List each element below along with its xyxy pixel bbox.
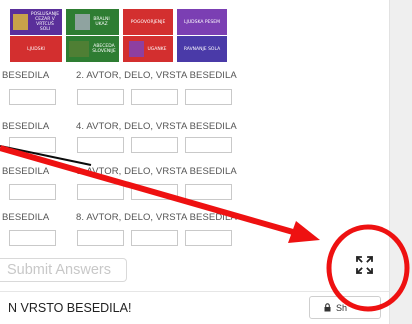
submit-answers-button[interactable]: Submit Answers	[0, 258, 127, 282]
answer-input[interactable]	[9, 89, 56, 105]
lock-icon	[324, 303, 331, 312]
answer-input[interactable]	[131, 89, 178, 105]
question-label-right: 8. AVTOR, DELO, VRSTA BESEDILA	[76, 212, 237, 223]
share-label: Sh	[336, 302, 348, 313]
question-label-right: 2. AVTOR, DELO, VRSTA BESEDILA	[76, 70, 237, 81]
share-button[interactable]: Sh	[309, 296, 381, 319]
tile-thumbnail	[12, 14, 28, 30]
tile-3[interactable]: POGOVORJENJE	[123, 9, 173, 35]
answer-input[interactable]	[77, 89, 124, 105]
tile-7[interactable]: UGANKE	[123, 36, 173, 62]
question-label-right: 4. AVTOR, DELO, VRSTA BESEDILA	[76, 121, 237, 132]
divider	[0, 291, 389, 292]
tile-2[interactable]: BRALNI UKAZ	[66, 9, 119, 35]
answer-input[interactable]	[77, 230, 124, 246]
tile-label: BRALNI UKAZ	[93, 17, 110, 27]
answer-input[interactable]	[9, 230, 56, 246]
activity-title: N VRSTO BESEDILA!	[8, 301, 132, 315]
question-label-right: 6. AVTOR, DELO, VRSTA BESEDILA	[76, 166, 237, 177]
tile-label: RAVNANJE SOLA	[183, 46, 221, 52]
answer-input[interactable]	[185, 184, 232, 200]
tile-label: UGANKE	[147, 46, 167, 52]
tile-label: POSLUSANJE CEZAR V VRTCUŠ SOLI	[30, 12, 60, 32]
answer-input[interactable]	[9, 184, 56, 200]
expand-icon[interactable]	[356, 256, 373, 274]
question-label-left: BESEDILA	[2, 70, 50, 81]
answer-input[interactable]	[9, 137, 56, 153]
activity-card: POSLUSANJE CEZAR V VRTCUŠ SOLI BRALNI UK…	[0, 0, 390, 324]
tile-label: ABECEDA SLOVENIJE	[92, 44, 116, 54]
tile-5[interactable]: LJUDSKI	[10, 36, 62, 62]
tile-thumbnail	[69, 41, 90, 57]
tile-thumbnail	[129, 41, 145, 57]
answer-input[interactable]	[131, 184, 178, 200]
answer-input[interactable]	[185, 230, 232, 246]
answer-input[interactable]	[131, 137, 178, 153]
question-label-left: BESEDILA	[2, 212, 50, 223]
answer-input[interactable]	[131, 230, 178, 246]
tile-label: LJUDSKI	[27, 46, 45, 52]
tile-label: POGOVORJENJE	[130, 19, 166, 25]
tile-8[interactable]: RAVNANJE SOLA	[177, 36, 227, 62]
answer-input[interactable]	[185, 89, 232, 105]
question-label-left: BESEDILA	[2, 166, 50, 177]
answer-input[interactable]	[77, 137, 124, 153]
tile-label: LJUDSKA PESEM	[184, 19, 220, 25]
answer-input[interactable]	[77, 184, 124, 200]
question-label-left: BESEDILA	[2, 121, 50, 132]
tile-4[interactable]: LJUDSKA PESEM	[177, 9, 227, 35]
tile-1[interactable]: POSLUSANJE CEZAR V VRTCUŠ SOLI	[10, 9, 62, 35]
answer-input[interactable]	[185, 137, 232, 153]
tile-6[interactable]: ABECEDA SLOVENIJE	[66, 36, 119, 62]
tile-thumbnail	[75, 14, 91, 30]
